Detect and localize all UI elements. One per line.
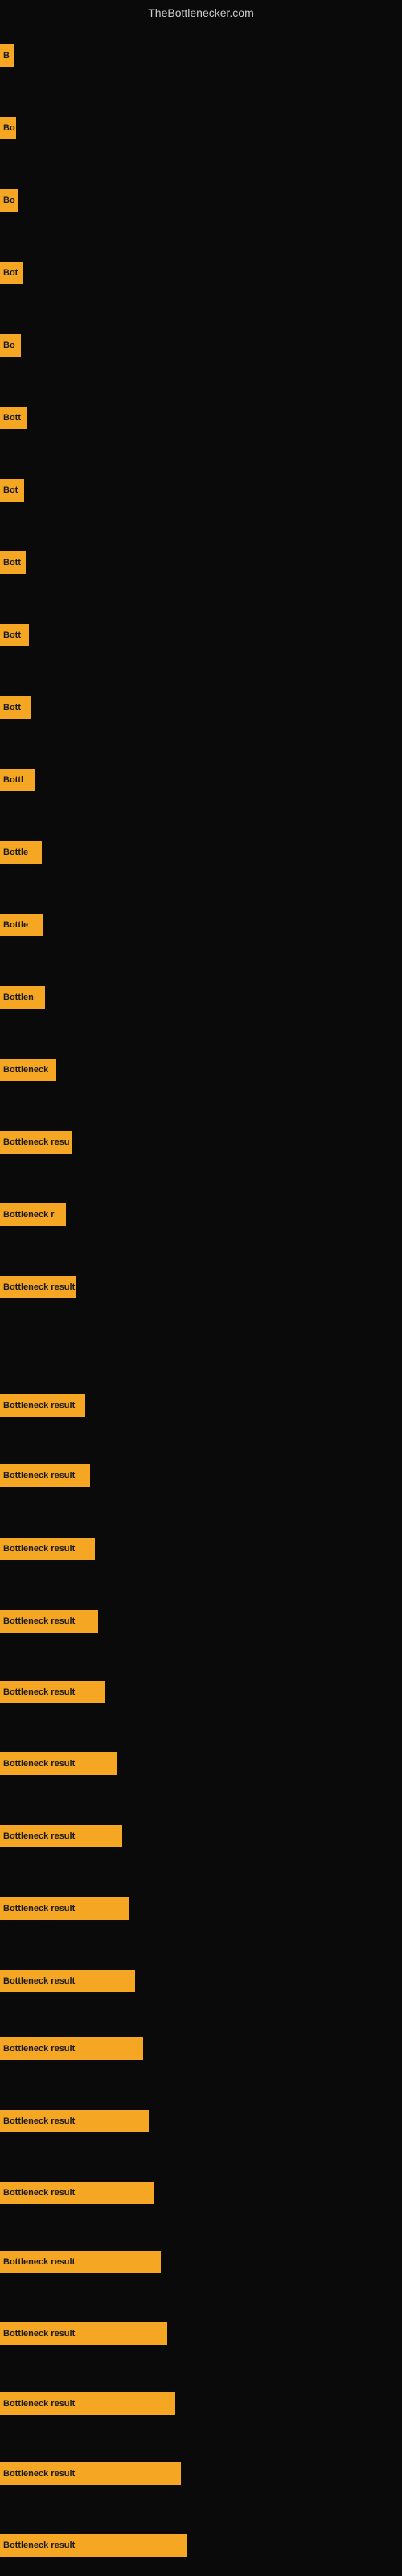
bar-item: Bottleneck result (0, 1276, 76, 1298)
bar-item: Bottleneck result (0, 1464, 90, 1487)
bar-item: Bott (0, 407, 27, 429)
bar-label: Bottleneck result (3, 2188, 75, 2198)
bar-label: Bottle (3, 848, 28, 857)
bar-label: Bottleneck result (3, 1401, 75, 1410)
bar-item: Bottleneck result (0, 2322, 167, 2345)
bar-label: Bottleneck result (3, 2541, 75, 2550)
bar-item: Bo (0, 117, 16, 139)
bar-label: Bottleneck result (3, 1904, 75, 1913)
bar-item: Bottleneck result (0, 2182, 154, 2204)
bar-label: Bottleneck result (3, 1687, 75, 1697)
bar-label: Bott (3, 558, 21, 568)
bar-item: Bottleneck result (0, 2037, 143, 2060)
bar-label: Bottleneck result (3, 1471, 75, 1480)
bar-label: B (3, 51, 10, 60)
bar-label: Bottleneck result (3, 1976, 75, 1986)
bar-label: Bottleneck result (3, 1831, 75, 1841)
bar-item: Bottleneck result (0, 1825, 122, 1847)
bar-label: Bottleneck result (3, 1544, 75, 1554)
bar-label: Bottleneck r (3, 1210, 55, 1220)
bar-item: Bottleneck result (0, 1970, 135, 1992)
bar-item: Bot (0, 262, 23, 284)
bar-item: Bottleneck result (0, 1538, 95, 1560)
bar-label: Bott (3, 703, 21, 712)
bar-item: Bottlen (0, 986, 45, 1009)
bar-label: Bo (3, 196, 15, 205)
bar-label: Bot (3, 268, 18, 278)
bar-item: Bottleneck result (0, 1394, 85, 1417)
bar-item: Bott (0, 551, 26, 574)
bar-item: Bottleneck r (0, 1203, 66, 1226)
bar-item: Bo (0, 334, 21, 357)
bar-label: Bottleneck resu (3, 1137, 70, 1147)
bar-item: Bottleneck result (0, 2462, 181, 2485)
bar-item: B (0, 44, 14, 67)
bar-item: Bottleneck result (0, 1681, 105, 1703)
bar-label: Bottleneck result (3, 2044, 75, 2054)
bar-label: Bottl (3, 775, 23, 785)
bar-label: Bottleneck result (3, 2116, 75, 2126)
bar-label: Bott (3, 413, 21, 423)
site-title: TheBottlenecker.com (148, 6, 254, 19)
bar-label: Bott (3, 630, 21, 640)
bar-item: Bottle (0, 841, 42, 864)
bar-label: Bottleneck result (3, 1759, 75, 1769)
bar-label: Bottleneck (3, 1065, 48, 1075)
bar-label: Bottleneck result (3, 2257, 75, 2267)
bar-item: Bottleneck result (0, 2392, 175, 2415)
bar-label: Bot (3, 485, 18, 495)
bar-label: Bottle (3, 920, 28, 930)
bar-label: Bottlen (3, 993, 34, 1002)
bar-item: Bottleneck result (0, 2534, 187, 2557)
bar-item: Bottleneck result (0, 2251, 161, 2273)
bar-label: Bottleneck result (3, 2469, 75, 2479)
bar-label: Bottleneck result (3, 1282, 75, 1292)
bar-item: Bott (0, 624, 29, 646)
bar-label: Bottleneck result (3, 2399, 75, 2409)
bar-item: Bottleneck result (0, 2110, 149, 2132)
bar-item: Bottleneck (0, 1059, 56, 1081)
bar-item: Bottleneck result (0, 1610, 98, 1633)
bar-item: Bottl (0, 769, 35, 791)
bar-item: Bottle (0, 914, 43, 936)
bar-item: Bott (0, 696, 31, 719)
bar-item: Bottleneck resu (0, 1131, 72, 1154)
bar-item: Bottleneck result (0, 1752, 117, 1775)
bar-item: Bo (0, 189, 18, 212)
bar-label: Bo (3, 341, 15, 350)
bar-label: Bottleneck result (3, 1616, 75, 1626)
bar-item: Bottleneck result (0, 1897, 129, 1920)
bar-item: Bot (0, 479, 24, 502)
bar-label: Bottleneck result (3, 2329, 75, 2339)
bar-label: Bo (3, 123, 15, 133)
